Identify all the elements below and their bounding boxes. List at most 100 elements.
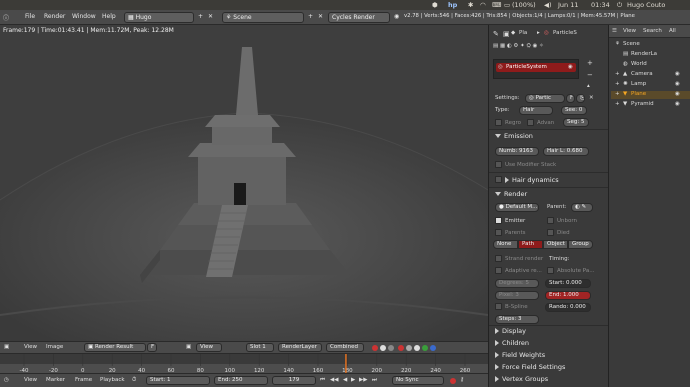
absolute-path-checkbox[interactable] xyxy=(547,267,554,274)
visibility-icon[interactable]: ◉ xyxy=(568,64,573,70)
menu-help[interactable]: Help xyxy=(102,13,116,20)
context-icons-row[interactable]: ▤ ▦ ◐ ⚙ ✦ ⛭ ◉ ✧ xyxy=(493,43,544,50)
number-field[interactable]: Numb: 9163 xyxy=(495,147,539,156)
menu-file[interactable]: File xyxy=(25,13,35,20)
editor-type-icon[interactable]: ⓘ xyxy=(3,13,9,22)
particle-system-list[interactable]: ◎ ParticleSystem ◉ xyxy=(493,59,579,79)
add-screen-icon[interactable]: + xyxy=(198,13,203,20)
time-text[interactable]: 01:34 xyxy=(591,1,610,9)
vertex-groups-panel-header[interactable]: Vertex Groups xyxy=(495,375,548,383)
parents-checkbox[interactable] xyxy=(495,229,502,236)
expand-icon[interactable]: + xyxy=(615,91,620,97)
user-name[interactable]: Hugo Couto xyxy=(627,1,665,9)
render-panel-header[interactable]: Render xyxy=(495,190,527,198)
slot-select[interactable]: Slot 1 xyxy=(246,343,274,352)
particle-system-list-item[interactable]: ◎ ParticleSystem ◉ xyxy=(496,63,576,72)
preview-range-icon[interactable]: ⏱ xyxy=(132,377,136,384)
channel-rgb-icon[interactable] xyxy=(380,345,386,351)
timeline-editor-icon[interactable]: ◷ xyxy=(4,377,9,383)
image-editor-type-icon[interactable]: ▣ xyxy=(4,344,9,350)
end-frame-field[interactable]: End: 250 xyxy=(214,376,268,385)
channel-alpha-icon[interactable] xyxy=(388,345,394,351)
volume-icon[interactable]: ◀) xyxy=(544,1,552,9)
random-field[interactable]: Rando: 0.000 xyxy=(545,303,591,312)
expand-icon[interactable]: + xyxy=(615,71,620,77)
image-view-select[interactable]: View xyxy=(196,343,222,352)
wifi-icon[interactable]: ◠ xyxy=(480,1,486,9)
keyboard-icon[interactable]: ⌨ xyxy=(492,1,501,9)
fake-user-button[interactable]: F xyxy=(566,94,575,103)
pin-icon[interactable]: ✎ xyxy=(493,30,499,38)
channel-red-icon[interactable] xyxy=(372,345,378,351)
jump-end-icon[interactable]: ⏭ xyxy=(372,377,377,384)
render-type-group[interactable]: Group xyxy=(568,240,593,249)
prev-keyframe-icon[interactable]: ◀◀ xyxy=(330,377,338,383)
add-scene-icon[interactable]: + xyxy=(308,13,313,20)
particles-tab-label[interactable]: ParticleS xyxy=(553,30,577,36)
regrow-checkbox[interactable] xyxy=(495,119,502,126)
timeline-menu-marker[interactable]: Marker xyxy=(46,377,65,383)
bspline-checkbox[interactable] xyxy=(495,303,502,310)
image-menu-view[interactable]: View xyxy=(24,344,37,350)
render-type-object[interactable]: Object xyxy=(543,240,568,249)
hair-length-field[interactable]: Hair L: 0.680 xyxy=(543,147,589,156)
hair-dynamics-checkbox[interactable] xyxy=(495,176,502,183)
white-icon[interactable] xyxy=(414,345,420,351)
jump-start-icon[interactable]: ⏮ xyxy=(320,377,325,384)
hair-dynamics-panel-header[interactable]: Hair dynamics xyxy=(505,176,559,184)
outliner-item[interactable]: ⚘ Scene xyxy=(611,41,690,49)
copy-settings-button[interactable]: ⎘ xyxy=(576,94,585,103)
segments-field[interactable]: Seg: 5 xyxy=(563,118,589,127)
render-viewport[interactable]: Frame:179 | Time:01:43.41 | Mem:11.72M, … xyxy=(0,25,488,341)
start-frame-field[interactable]: Start: 1 xyxy=(146,376,210,385)
outliner-item[interactable]: ◍ World xyxy=(611,61,690,69)
delete-screen-icon[interactable]: ✕ xyxy=(208,13,213,20)
end-field[interactable]: End: 1.000 xyxy=(545,291,591,300)
screen-selector[interactable]: ▦ Hugo xyxy=(124,12,194,23)
settings-datablock[interactable]: ◎ Partic xyxy=(525,94,565,103)
render-type-none[interactable]: None xyxy=(493,240,518,249)
emission-panel-header[interactable]: Emission xyxy=(495,132,533,140)
strand-render-checkbox[interactable] xyxy=(495,255,502,262)
type-select[interactable]: Hair xyxy=(519,106,553,115)
play-icon[interactable]: ▶ xyxy=(351,377,355,383)
render-tab-icon[interactable]: ▣ xyxy=(503,30,510,38)
object-tab-icon[interactable]: ◆ xyxy=(511,30,515,36)
add-particle-system-icon[interactable]: + xyxy=(587,59,593,67)
emitter-checkbox[interactable] xyxy=(495,217,502,224)
display-panel-header[interactable]: Display xyxy=(495,327,526,335)
parent-field[interactable]: ◐ ✎ xyxy=(571,203,593,212)
date-text[interactable]: Jun 11 xyxy=(558,1,579,9)
pixel-field[interactable]: Pixel: 3 xyxy=(495,291,539,300)
expand-icon[interactable]: + xyxy=(615,81,620,87)
menu-window[interactable]: Window xyxy=(72,13,96,20)
expand-icon[interactable]: + xyxy=(615,101,620,107)
play-reverse-icon[interactable]: ◀ xyxy=(343,377,347,383)
timeline-menu-view[interactable]: View xyxy=(24,377,37,383)
adaptive-render-checkbox[interactable] xyxy=(495,267,502,274)
visibility-icon[interactable]: ◉ xyxy=(675,81,680,87)
outliner-item[interactable]: ▤ RenderLa xyxy=(611,51,690,59)
outliner-menu-view[interactable]: View xyxy=(623,28,636,34)
user-menu-icon[interactable]: ⏻ xyxy=(617,1,622,10)
outliner-item[interactable]: + ▲ Camera ◉ xyxy=(611,71,690,79)
start-field[interactable]: Start: 0.000 xyxy=(545,279,591,288)
scene-selector[interactable]: ⚘ Scene xyxy=(222,12,304,23)
particles-tab-icon[interactable]: ◎ xyxy=(544,30,549,36)
visibility-icon[interactable]: ◉ xyxy=(675,101,680,107)
outliner-display-mode[interactable]: All xyxy=(669,28,676,34)
mask-icon[interactable] xyxy=(406,345,412,351)
outliner-item[interactable]: + ▼ Pyramid ◉ xyxy=(611,101,690,109)
move-up-icon[interactable]: ▴ xyxy=(587,83,590,89)
object-tab-label[interactable]: Pla xyxy=(519,30,527,36)
unborn-checkbox[interactable] xyxy=(547,217,554,224)
material-select[interactable]: ● Default M... xyxy=(495,203,539,212)
image-menu-image[interactable]: Image xyxy=(46,344,63,350)
visibility-icon[interactable]: ◉ xyxy=(675,71,680,77)
view-icon[interactable]: ▣ xyxy=(186,344,191,350)
render-pass-select[interactable]: Combined xyxy=(326,343,364,352)
use-modifier-stack-checkbox[interactable] xyxy=(495,161,502,168)
advanced-checkbox[interactable] xyxy=(527,119,534,126)
hp-icon[interactable]: hp xyxy=(448,1,457,9)
visibility-icon[interactable]: ◉ xyxy=(675,91,680,97)
